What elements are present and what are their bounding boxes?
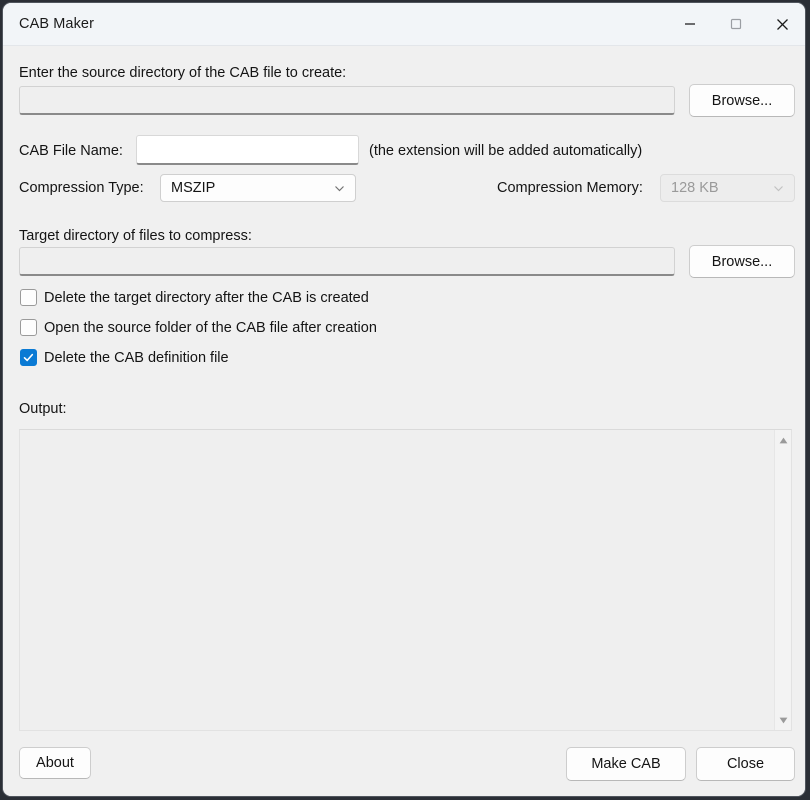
triangle-down-icon — [779, 717, 787, 723]
make-cab-button[interactable]: Make CAB — [566, 747, 686, 781]
triangle-up-icon — [779, 437, 787, 443]
maximize-button[interactable] — [713, 3, 759, 45]
checkbox-label: Delete the target directory after the CA… — [44, 289, 369, 306]
checkbox-box — [20, 349, 37, 366]
output-label: Output: — [19, 401, 67, 417]
cab-file-name-label: CAB File Name: — [19, 143, 123, 159]
compression-memory-label: Compression Memory: — [497, 180, 643, 196]
compression-type-value: MSZIP — [171, 180, 216, 196]
compression-type-label: Compression Type: — [19, 180, 144, 196]
close-button[interactable] — [759, 3, 805, 45]
chevron-down-icon — [774, 185, 783, 191]
output-scrollbar[interactable] — [774, 430, 791, 730]
minimize-icon — [685, 23, 695, 25]
check-icon — [23, 353, 34, 362]
title-bar: CAB Maker — [3, 3, 805, 46]
about-button[interactable]: About — [19, 747, 91, 779]
window-title: CAB Maker — [19, 16, 95, 32]
source-browse-button[interactable]: Browse... — [689, 84, 795, 117]
compression-type-select[interactable]: MSZIP — [160, 174, 356, 202]
compression-memory-select[interactable]: 128 KB — [660, 174, 795, 202]
cab-file-name-input[interactable] — [136, 135, 359, 165]
cab-maker-window: CAB Maker Enter the source directory of … — [2, 2, 806, 797]
maximize-icon — [730, 18, 742, 30]
dialog-body: Enter the source directory of the CAB fi… — [3, 46, 805, 796]
checkbox-delete-cab-definition-file[interactable]: Delete the CAB definition file — [20, 349, 229, 366]
checkbox-delete-target-directory[interactable]: Delete the target directory after the CA… — [20, 289, 369, 306]
minimize-button[interactable] — [667, 3, 713, 45]
checkbox-open-source-folder[interactable]: Open the source folder of the CAB file a… — [20, 319, 377, 336]
output-text[interactable] — [20, 430, 774, 730]
source-directory-label: Enter the source directory of the CAB fi… — [19, 65, 347, 81]
checkbox-label: Delete the CAB definition file — [44, 349, 229, 366]
chevron-down-icon — [335, 185, 344, 191]
output-area — [19, 429, 792, 731]
footer-bar: About Make CAB Close — [3, 738, 805, 796]
compression-memory-value: 128 KB — [671, 180, 719, 196]
scroll-up-button[interactable] — [775, 433, 791, 447]
target-browse-button[interactable]: Browse... — [689, 245, 795, 278]
scroll-down-button[interactable] — [775, 713, 791, 727]
scrollbar-track[interactable] — [775, 447, 791, 713]
checkbox-label: Open the source folder of the CAB file a… — [44, 319, 377, 336]
checkbox-box — [20, 319, 37, 336]
target-directory-input[interactable] — [19, 247, 675, 276]
source-directory-input[interactable] — [19, 86, 675, 115]
close-dialog-button[interactable]: Close — [696, 747, 795, 781]
close-icon — [776, 18, 788, 30]
cab-extension-hint: (the extension will be added automatical… — [369, 143, 643, 159]
checkbox-box — [20, 289, 37, 306]
target-directory-label: Target directory of files to compress: — [19, 228, 252, 244]
window-controls — [667, 3, 805, 45]
